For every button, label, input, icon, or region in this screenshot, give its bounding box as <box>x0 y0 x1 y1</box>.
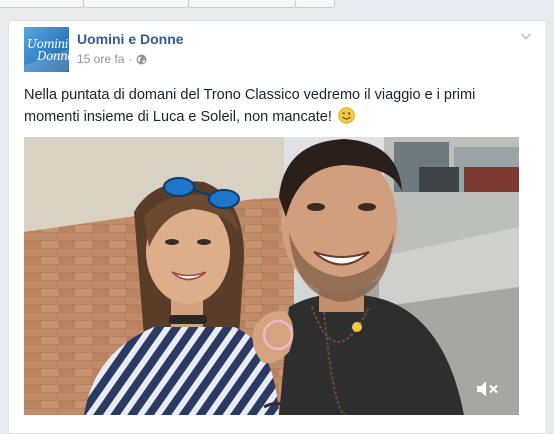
avatar-logo-line2: Donne <box>37 49 69 63</box>
top-tab-1[interactable] <box>0 0 84 8</box>
video-player[interactable] <box>24 137 519 415</box>
top-tab-4[interactable] <box>295 0 335 8</box>
post-meta: 15 ore fa · <box>77 52 147 66</box>
top-tab-2[interactable] <box>83 0 189 8</box>
page-avatar[interactable]: Uomini Donne <box>24 27 69 72</box>
top-tab-3[interactable] <box>188 0 296 8</box>
post-card: Uomini Donne Uomini e Donne 15 ore fa · … <box>8 20 547 434</box>
wink-emoji-icon <box>338 107 355 124</box>
video-frame <box>24 137 519 415</box>
page-name-link[interactable]: Uomini e Donne <box>77 31 184 47</box>
post-message: Nella puntata di domani del Trono Classi… <box>24 84 524 128</box>
speaker-muted-icon[interactable] <box>475 379 501 399</box>
post-timestamp[interactable]: 15 ore fa <box>77 52 124 66</box>
meta-separator: · <box>128 52 133 66</box>
top-tab-strip <box>0 0 554 9</box>
globe-icon[interactable] <box>136 54 147 65</box>
chevron-down-icon[interactable] <box>520 29 532 41</box>
post-message-text: Nella puntata di domani del Trono Classi… <box>24 87 476 125</box>
